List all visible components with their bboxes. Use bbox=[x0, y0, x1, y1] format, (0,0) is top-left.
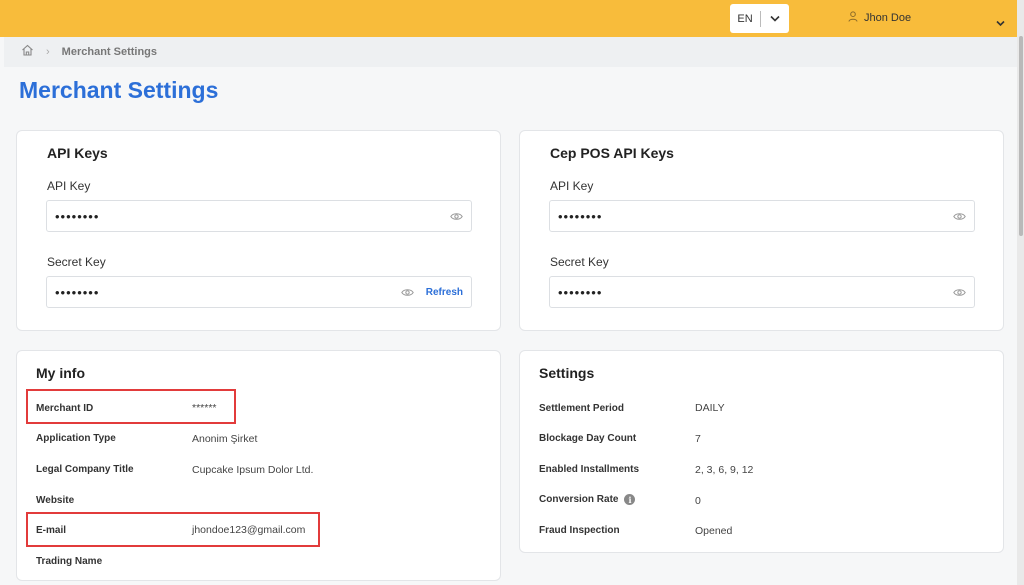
conversion-rate-value: 0 bbox=[695, 495, 701, 507]
home-icon[interactable] bbox=[21, 43, 34, 61]
blockage-day-count-label: Blockage Day Count bbox=[539, 433, 637, 444]
page-title: Merchant Settings bbox=[19, 77, 219, 103]
secret-key-field[interactable]: •••••••• Refresh bbox=[46, 276, 472, 308]
cep-pos-api-key-field[interactable]: •••••••• bbox=[549, 200, 975, 232]
email-highlight bbox=[26, 512, 320, 547]
language-code: EN bbox=[737, 12, 753, 25]
eye-icon[interactable] bbox=[953, 212, 966, 221]
api-key-label: API Key bbox=[47, 179, 91, 193]
legal-company-title-label: Legal Company Title bbox=[36, 464, 134, 475]
settings-title: Settings bbox=[539, 365, 595, 381]
api-keys-title: API Keys bbox=[47, 145, 108, 161]
secret-key-label: Secret Key bbox=[47, 255, 106, 269]
application-type-label: Application Type bbox=[36, 433, 116, 444]
eye-icon[interactable] bbox=[400, 288, 414, 297]
breadcrumb-separator: › bbox=[46, 46, 50, 58]
scrollbar-thumb[interactable] bbox=[1019, 36, 1023, 236]
breadcrumb: › Merchant Settings bbox=[4, 37, 1017, 67]
merchant-id-highlight bbox=[26, 389, 236, 424]
application-type-value: Anonim Şirket bbox=[192, 433, 258, 445]
cep-pos-api-keys-title: Cep POS API Keys bbox=[550, 145, 674, 161]
fraud-inspection-value: Opened bbox=[695, 525, 733, 537]
chevron-down-icon[interactable] bbox=[761, 15, 789, 22]
language-selector[interactable]: EN bbox=[730, 4, 789, 33]
cep-pos-secret-key-label: Secret Key bbox=[550, 255, 609, 269]
my-info-title: My info bbox=[36, 365, 85, 381]
conversion-rate-label: Conversion Rate bbox=[539, 494, 619, 506]
cep-pos-api-keys-card: Cep POS API Keys API Key •••••••• Secret… bbox=[519, 130, 1004, 331]
api-key-field[interactable]: •••••••• bbox=[46, 200, 472, 232]
top-bar: EN Jhon Doe bbox=[0, 0, 1017, 37]
website-label: Website bbox=[36, 495, 75, 506]
api-keys-card: API Keys API Key •••••••• Secret Key •••… bbox=[16, 130, 501, 331]
trading-name-label: Trading Name bbox=[36, 556, 103, 567]
eye-icon[interactable] bbox=[450, 212, 463, 221]
user-menu[interactable]: Jhon Doe bbox=[848, 11, 911, 25]
api-key-value: •••••••• bbox=[55, 208, 100, 224]
eye-icon[interactable] bbox=[953, 288, 966, 297]
enabled-installments-label: Enabled Installments bbox=[539, 464, 640, 475]
secret-key-value: •••••••• bbox=[55, 284, 100, 300]
settlement-period-label: Settlement Period bbox=[539, 403, 625, 414]
legal-company-title-value: Cupcake Ipsum Dolor Ltd. bbox=[192, 464, 314, 476]
refresh-button[interactable]: Refresh bbox=[426, 287, 463, 298]
conversion-rate-label-wrap: Conversion Rate i bbox=[539, 494, 636, 506]
cep-pos-secret-key-value: •••••••• bbox=[558, 284, 603, 300]
settlement-period-value: DAILY bbox=[695, 402, 725, 414]
user-name: Jhon Doe bbox=[864, 12, 912, 24]
settings-card: Settings Settlement Period DAILY Blockag… bbox=[519, 350, 1004, 553]
cep-pos-api-key-label: API Key bbox=[550, 179, 594, 193]
blockage-day-count-value: 7 bbox=[695, 433, 701, 445]
breadcrumb-current: Merchant Settings bbox=[61, 46, 158, 58]
fraud-inspection-label: Fraud Inspection bbox=[539, 525, 620, 536]
info-icon[interactable]: i bbox=[624, 494, 636, 505]
enabled-installments-value: 2, 3, 6, 9, 12 bbox=[695, 464, 754, 476]
user-icon bbox=[848, 11, 858, 25]
cep-pos-api-key-value: •••••••• bbox=[558, 208, 603, 224]
user-menu-chevron-icon[interactable] bbox=[996, 14, 1005, 32]
cep-pos-secret-key-field[interactable]: •••••••• bbox=[549, 276, 975, 308]
